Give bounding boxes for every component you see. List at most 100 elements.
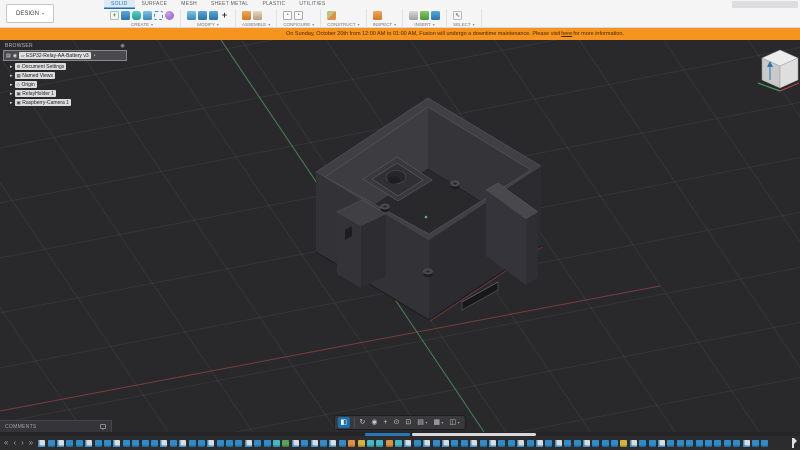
timeline-feature-icon[interactable]: [57, 439, 65, 447]
timeline-step-back[interactable]: ‹: [12, 438, 17, 448]
select-menu-button[interactable]: SELECT ▾: [453, 22, 475, 27]
timeline-feature-icon[interactable]: [150, 439, 158, 447]
timeline-feature-icon[interactable]: [686, 439, 694, 447]
grid-snaps-icon[interactable]: ▦ ▾: [431, 417, 446, 428]
timeline-feature-icon[interactable]: [489, 439, 496, 447]
timeline-feature-icon[interactable]: [141, 439, 149, 447]
timeline-feature-icon[interactable]: [85, 439, 93, 447]
form-icon[interactable]: [132, 11, 141, 20]
construction-plane-icon[interactable]: [327, 11, 337, 20]
timeline-feature-icon[interactable]: [254, 439, 262, 447]
timeline-feature-icon[interactable]: [695, 439, 703, 447]
shell-icon[interactable]: [209, 11, 218, 20]
timeline-feature-icon[interactable]: [47, 439, 55, 447]
timeline-feature-icon[interactable]: [507, 439, 515, 447]
timeline-feature-icon[interactable]: [310, 439, 318, 447]
expand-icon[interactable]: ▸: [10, 82, 13, 88]
insert-menu-button[interactable]: INSERT ▾: [409, 22, 440, 27]
timeline-feature-icon[interactable]: [207, 439, 215, 447]
tab-utilities[interactable]: UTILITIES: [292, 0, 332, 9]
timeline-feature-icon[interactable]: [38, 439, 46, 447]
viewport-canvas[interactable]: BROWSER ◉ ▤ ◉ ▱ ESP32-Relay-AA-Battery v…: [0, 40, 800, 432]
timeline-feature-icon[interactable]: [197, 439, 205, 447]
timeline-feature-icon[interactable]: [226, 439, 234, 447]
expand-icon[interactable]: ▸: [10, 73, 13, 79]
timeline-feature-icon[interactable]: [592, 439, 600, 447]
timeline-feature-icon[interactable]: [761, 439, 769, 447]
timeline-feature-icon[interactable]: [601, 439, 609, 447]
create-menu-button[interactable]: CREATE ▾: [110, 22, 174, 27]
timeline-feature-icon[interactable]: [75, 439, 83, 447]
derive-icon[interactable]: [409, 11, 419, 20]
timeline-feature-icon[interactable]: [357, 439, 365, 447]
expand-icon[interactable]: ▸: [10, 91, 13, 97]
browser-node[interactable]: ▸ ◇ Origin: [10, 81, 127, 88]
press-pull-icon[interactable]: [187, 11, 196, 20]
timeline-feature-icon[interactable]: [554, 439, 562, 447]
timeline-feature-icon[interactable]: [639, 439, 647, 447]
timeline-feature-icon[interactable]: [66, 439, 74, 447]
fillet-icon[interactable]: [198, 11, 207, 20]
timeline-feature-icon[interactable]: [329, 439, 337, 447]
browser-node[interactable]: ▸ ▣ RelayHolder 1: [10, 90, 127, 97]
timeline-feature-icon[interactable]: [263, 439, 271, 447]
timeline-feature-icon[interactable]: [451, 439, 459, 447]
orbit-icon[interactable]: ↻ ▾: [353, 417, 367, 428]
timeline-feature-icon[interactable]: [573, 439, 581, 447]
select-cursor-icon[interactable]: ⇖: [453, 11, 463, 20]
joint-icon[interactable]: [253, 11, 262, 20]
timeline-feature-icon[interactable]: [338, 439, 346, 447]
timeline-feature-icon[interactable]: [526, 439, 534, 447]
display-settings-icon[interactable]: ▤ ▾: [415, 417, 430, 428]
browser-node[interactable]: ▸ ▣ Raspberry-Camera 1: [10, 99, 127, 106]
timeline-feature-icon[interactable]: [413, 439, 421, 447]
pan-icon[interactable]: + ▾: [381, 417, 390, 428]
timeline-feature-icon[interactable]: [714, 439, 722, 447]
timeline-feature-icon[interactable]: [742, 439, 750, 447]
tab-surface[interactable]: SURFACE: [135, 0, 175, 9]
timeline-feature-icon[interactable]: [667, 439, 675, 447]
tab-solid[interactable]: SOLID: [104, 0, 135, 9]
timeline-go-to-end[interactable]: »: [28, 438, 34, 448]
measure-icon[interactable]: [372, 11, 382, 20]
canvas-icon[interactable]: [431, 11, 441, 20]
revolve-icon[interactable]: [143, 11, 152, 20]
timeline-feature-icon[interactable]: [704, 439, 712, 447]
move-copy-icon[interactable]: +: [220, 11, 229, 20]
timeline-feature-icon[interactable]: [479, 439, 487, 447]
timeline-feature-icon[interactable]: [235, 439, 243, 447]
create-sketch-icon[interactable]: +: [110, 11, 119, 20]
timeline-feature-icon[interactable]: [291, 439, 299, 447]
timeline-feature-icon[interactable]: [564, 439, 572, 447]
timeline-feature-icon[interactable]: [432, 439, 440, 447]
eye-icon[interactable]: ◉: [13, 53, 17, 59]
configure-menu-button[interactable]: CONFIGURE ▾: [283, 22, 314, 27]
timeline-feature-icon[interactable]: [122, 439, 130, 447]
banner-link[interactable]: here: [561, 31, 572, 37]
inspect-menu-button[interactable]: INSPECT ▾: [373, 22, 397, 27]
timeline-feature-icon[interactable]: [366, 439, 374, 447]
timeline-feature-icon[interactable]: [535, 439, 543, 447]
configuration-icon[interactable]: •: [283, 11, 293, 20]
browser-node[interactable]: ▸ ▦ Named Views: [10, 72, 127, 79]
timeline-feature-icon[interactable]: [160, 439, 168, 447]
insert-mesh-icon[interactable]: [420, 11, 430, 20]
workspace-switcher[interactable]: DESIGN ▾: [6, 4, 54, 23]
timeline-feature-icon[interactable]: [498, 439, 506, 447]
timeline-feature-icon[interactable]: [733, 439, 741, 447]
timeline-feature-icon[interactable]: [273, 439, 281, 447]
timeline-feature-icon[interactable]: [442, 439, 450, 447]
sphere-icon[interactable]: [165, 11, 174, 20]
timeline-feature-icon[interactable]: [348, 439, 356, 447]
viewports-icon[interactable]: ◫ ▾: [447, 417, 462, 428]
look-at-icon[interactable]: ◉ ▾: [369, 417, 380, 428]
zoom-icon[interactable]: ⊙ ▾: [391, 417, 402, 428]
filter-icon[interactable]: ◉: [120, 43, 125, 49]
timeline-feature-icon[interactable]: [385, 439, 393, 447]
tab-sheet-metal[interactable]: SHEET METAL: [204, 0, 256, 9]
modify-menu-button[interactable]: MODIFY ▾: [187, 22, 229, 27]
timeline-feature-icon[interactable]: [620, 439, 628, 447]
timeline-feature-icon[interactable]: [188, 439, 196, 447]
configuration-table-icon[interactable]: •: [294, 11, 304, 20]
timeline-feature-icon[interactable]: [629, 439, 637, 447]
